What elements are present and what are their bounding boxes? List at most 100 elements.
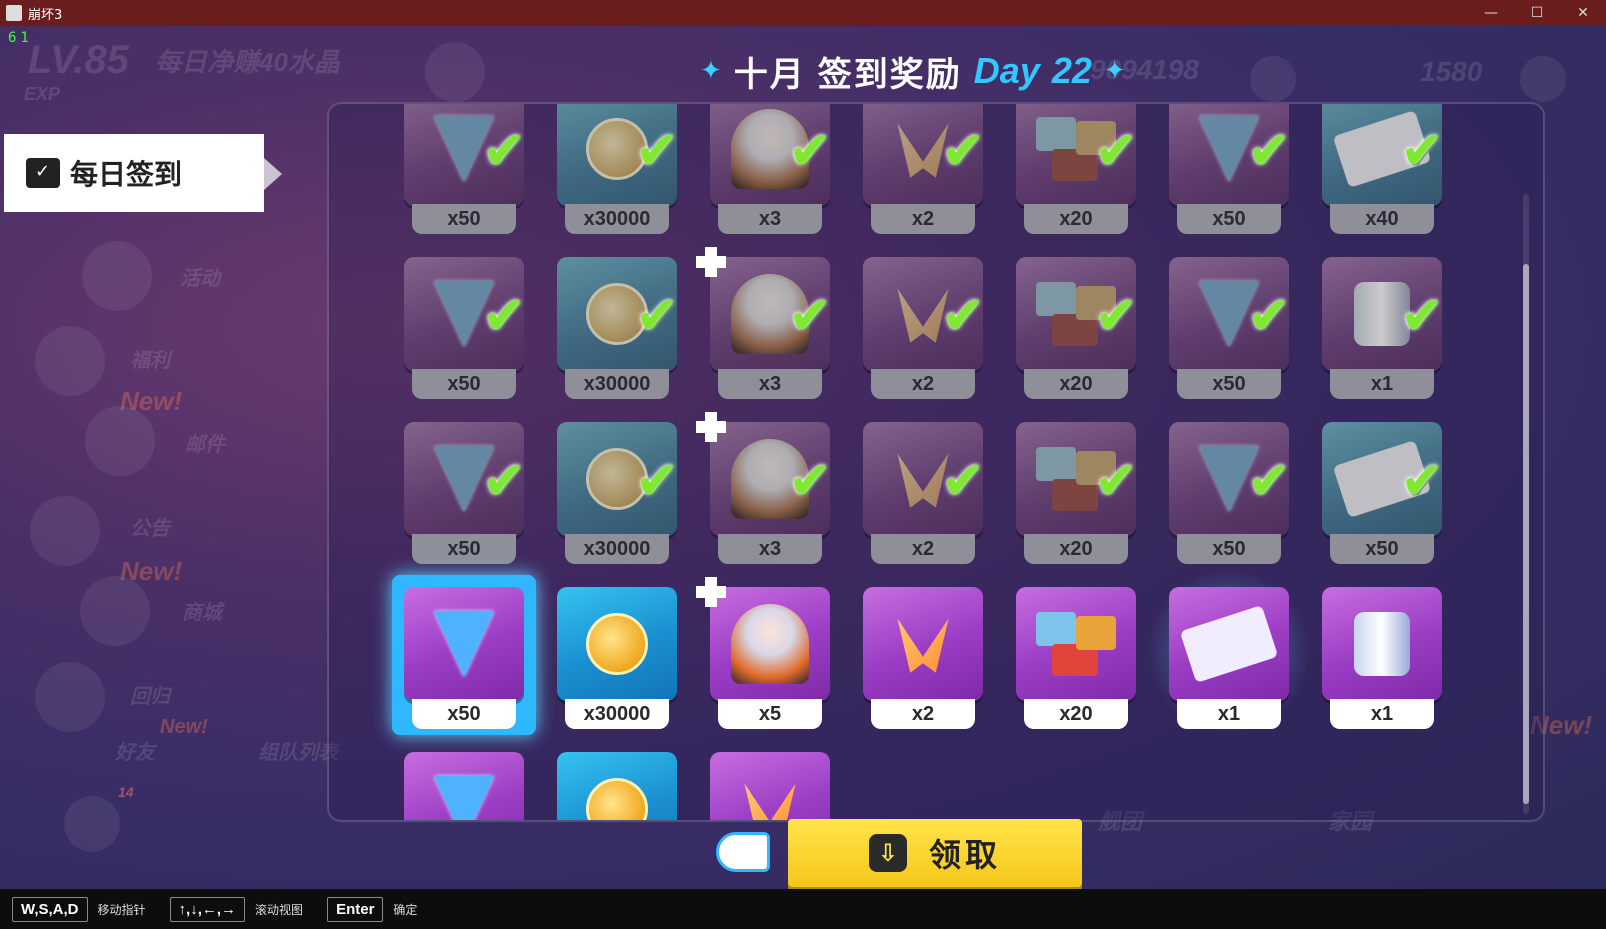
reward-cell[interactable]: x50 ✔ bbox=[404, 257, 526, 405]
reward-cell[interactable] bbox=[710, 752, 830, 820]
reward-card bbox=[557, 587, 677, 701]
plus-icon bbox=[1520, 56, 1566, 102]
reward-cell[interactable]: x30000 bbox=[557, 587, 677, 735]
hint-key-move: W,S,A,D bbox=[12, 896, 88, 922]
bg-new-badge-3: New! bbox=[160, 716, 208, 738]
minimize-button[interactable]: — bbox=[1468, 0, 1514, 26]
character-icon bbox=[731, 604, 809, 684]
plus-icon bbox=[1250, 56, 1296, 102]
activity-icon bbox=[82, 241, 152, 311]
claim-icon: ⇩ bbox=[868, 834, 907, 872]
reward-card bbox=[710, 752, 830, 820]
tab-daily-sign-in[interactable]: 每日签到 bbox=[4, 134, 264, 212]
reward-cell[interactable]: x2 ✔ bbox=[863, 422, 985, 570]
reward-cell[interactable]: x50 ✔ bbox=[1169, 104, 1291, 240]
claimed-check-icon: ✔ bbox=[941, 286, 985, 346]
bg-menu-activity: 活动 bbox=[180, 268, 220, 290]
reward-cell[interactable]: x50 ✔ bbox=[404, 422, 526, 570]
bg-menu-mail: 邮件 bbox=[185, 434, 225, 456]
reward-quantity: x20 bbox=[1024, 369, 1128, 399]
reward-cell[interactable]: x50 ✔ bbox=[1322, 422, 1444, 570]
shard-icon bbox=[744, 783, 796, 820]
reward-cell[interactable]: x20 bbox=[1016, 587, 1136, 735]
reward-quantity: x20 bbox=[1024, 699, 1128, 729]
reward-cell[interactable]: x30000 ✔ bbox=[557, 104, 679, 240]
reward-cell[interactable] bbox=[404, 752, 524, 820]
app-icon bbox=[6, 5, 22, 21]
claimed-check-icon: ✔ bbox=[788, 121, 832, 181]
reward-cell[interactable]: x3 ✔ bbox=[696, 247, 832, 405]
claimed-check-icon: ✔ bbox=[635, 451, 679, 511]
reward-cell[interactable]: x2 bbox=[863, 587, 983, 735]
reward-quantity: x3 bbox=[718, 369, 822, 399]
reward-cell[interactable]: x20 ✔ bbox=[1016, 104, 1138, 240]
scrollbar-thumb[interactable] bbox=[1523, 264, 1529, 804]
reward-quantity: x20 bbox=[1024, 204, 1128, 234]
reward-quantity: x1 bbox=[1177, 699, 1281, 729]
coin-icon bbox=[586, 778, 648, 820]
reward-quantity: x50 bbox=[1330, 534, 1434, 564]
claim-button[interactable]: ⇩ 领取 bbox=[788, 819, 1082, 887]
bg-menu-return: 回归 bbox=[130, 686, 170, 708]
claimed-check-icon: ✔ bbox=[1094, 451, 1138, 511]
reward-card bbox=[1169, 587, 1289, 701]
reward-cell[interactable]: x5 bbox=[696, 577, 830, 735]
bg-badge-count: 14 bbox=[118, 784, 134, 800]
reward-cell[interactable]: x20 ✔ bbox=[1016, 422, 1138, 570]
reward-cell[interactable]: x3 ✔ bbox=[710, 104, 832, 240]
reward-quantity: x50 bbox=[412, 699, 516, 729]
reward-cell[interactable]: x50 ✔ bbox=[1169, 422, 1291, 570]
reward-cell[interactable]: x30000 ✔ bbox=[557, 422, 679, 570]
gift-icon bbox=[35, 326, 105, 396]
reward-card bbox=[557, 752, 677, 820]
announce-icon bbox=[30, 496, 100, 566]
rewards-panel[interactable]: x50 ✔ x30000 ✔ x3 ✔ x2 ✔ x20 ✔ x50 ✔ x40 ✔ x50 ✔ x30000 ✔… bbox=[327, 102, 1545, 822]
bg-exp: EXP bbox=[24, 84, 61, 104]
claimed-check-icon: ✔ bbox=[635, 286, 679, 346]
claimed-check-icon: ✔ bbox=[482, 286, 526, 346]
reward-cell[interactable] bbox=[557, 752, 677, 820]
crystal-icon bbox=[434, 611, 494, 677]
hint-label-scroll: 滚动视图 bbox=[255, 902, 304, 917]
reward-cell[interactable]: x50 ✔ bbox=[404, 104, 526, 240]
reward-quantity: x50 bbox=[412, 204, 516, 234]
reward-cell[interactable]: x30000 ✔ bbox=[557, 257, 679, 405]
reward-cell[interactable]: x1 bbox=[1149, 567, 1309, 735]
bp-icon bbox=[425, 42, 485, 102]
reward-quantity: x3 bbox=[718, 204, 822, 234]
calendar-check-icon bbox=[26, 158, 60, 188]
window-titlebar: 崩坏3 — ☐ ✕ bbox=[0, 0, 1606, 26]
reward-cell[interactable]: x50 bbox=[392, 575, 536, 735]
claimed-check-icon: ✔ bbox=[1400, 121, 1444, 181]
claimed-check-icon: ✔ bbox=[482, 121, 526, 181]
reward-cell[interactable]: x2 ✔ bbox=[863, 257, 985, 405]
reward-cell[interactable]: x20 ✔ bbox=[1016, 257, 1138, 405]
reward-card bbox=[1016, 587, 1136, 701]
close-button[interactable]: ✕ bbox=[1560, 0, 1606, 26]
header-day-number: 22 bbox=[1051, 50, 1092, 91]
reward-cell[interactable]: x2 ✔ bbox=[863, 104, 985, 240]
hint-key-confirm: Enter bbox=[327, 896, 384, 922]
reward-quantity: x50 bbox=[1177, 369, 1281, 399]
reward-quantity: x50 bbox=[1177, 534, 1281, 564]
claim-button-label: 领取 bbox=[928, 836, 1001, 874]
reward-cell[interactable]: x40 ✔ bbox=[1322, 104, 1444, 240]
claimed-check-icon: ✔ bbox=[1247, 121, 1291, 181]
reward-quantity: x30000 bbox=[565, 369, 669, 399]
reward-quantity: x2 bbox=[871, 534, 975, 564]
reward-quantity: x1 bbox=[1330, 699, 1434, 729]
bg-currency-2: 1580 bbox=[1420, 56, 1483, 87]
reward-cell[interactable]: x50 ✔ bbox=[1169, 257, 1291, 405]
chat-icon bbox=[64, 796, 120, 852]
rewards-scrollbar[interactable] bbox=[1523, 194, 1529, 814]
maximize-button[interactable]: ☐ bbox=[1514, 0, 1560, 26]
reward-card bbox=[710, 587, 830, 701]
claimed-check-icon: ✔ bbox=[1400, 286, 1444, 346]
bg-menu-welfare: 福利 bbox=[130, 350, 170, 372]
reward-quantity: x5 bbox=[718, 699, 822, 729]
reward-quantity: x2 bbox=[871, 699, 975, 729]
reward-cell[interactable]: x3 ✔ bbox=[696, 412, 832, 570]
reward-cell[interactable]: x1 ✔ bbox=[1322, 257, 1444, 405]
reward-cell[interactable]: x1 bbox=[1322, 587, 1442, 735]
star-icon: ✦ bbox=[1103, 56, 1126, 86]
